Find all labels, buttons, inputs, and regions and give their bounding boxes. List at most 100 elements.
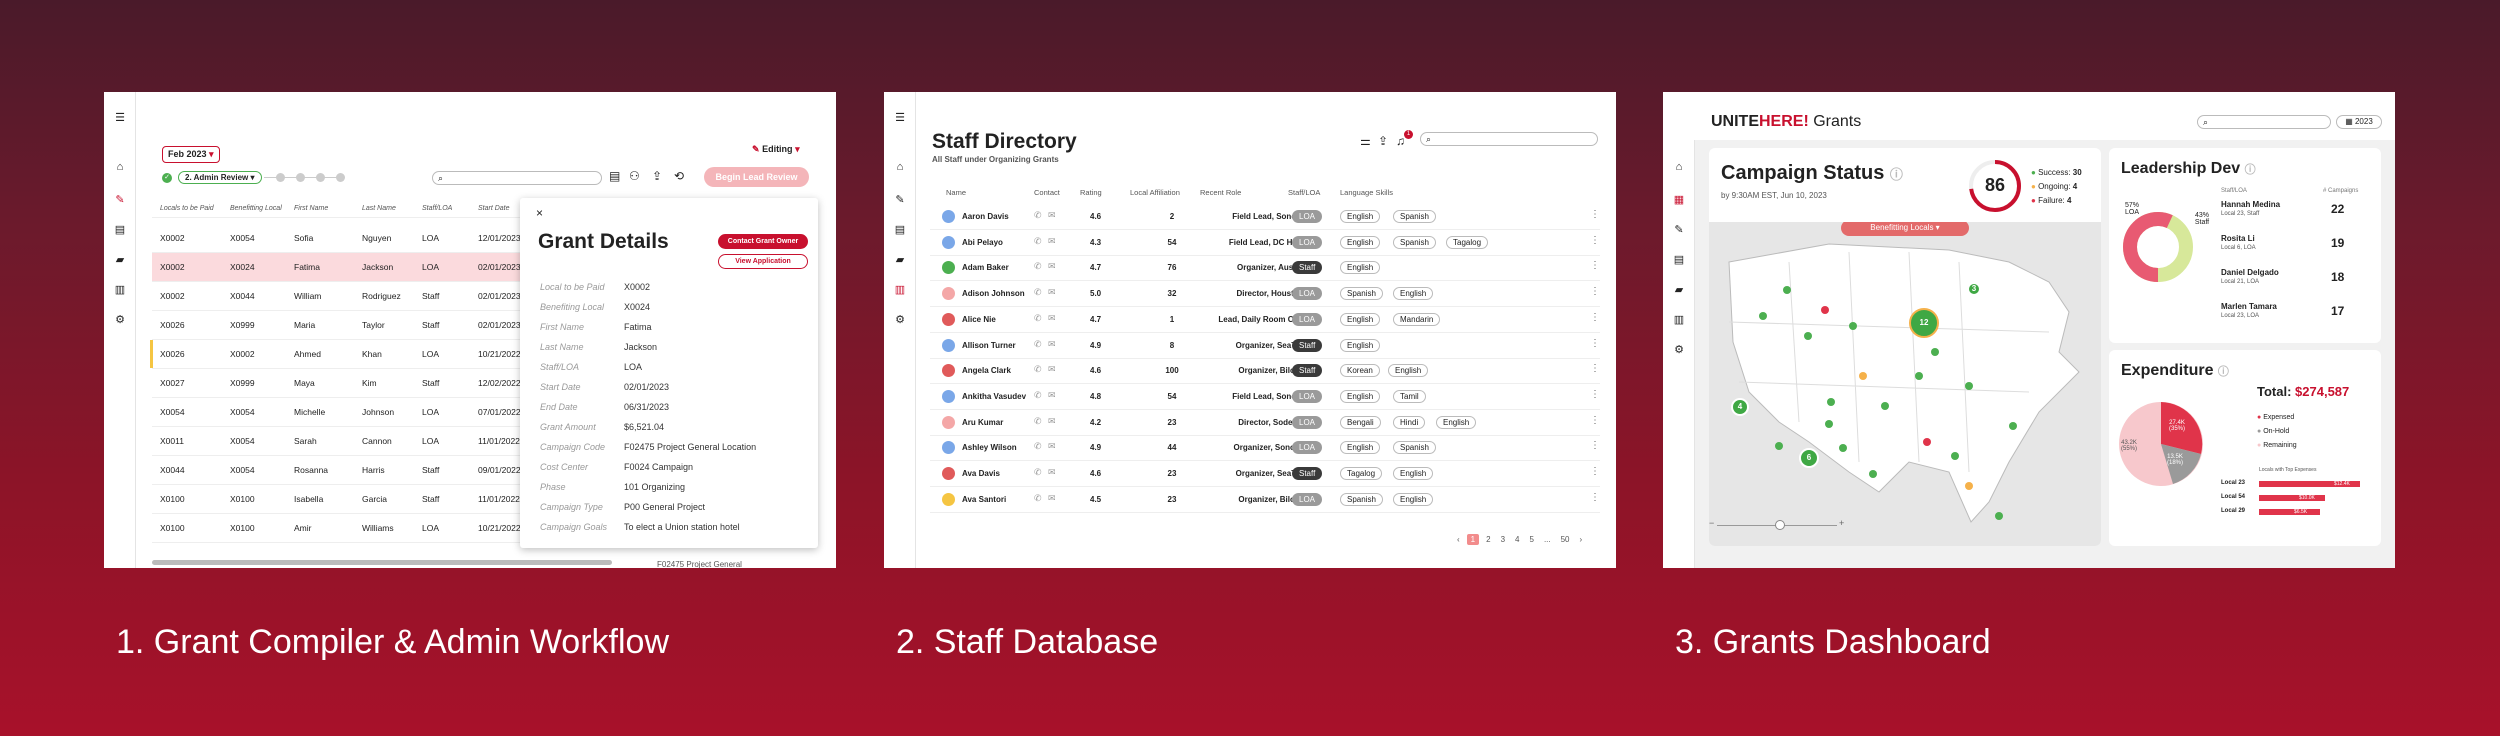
column-header[interactable]: Staff/LOA [422,205,452,212]
map-marker[interactable] [1881,402,1889,410]
staff-name[interactable]: Adam Baker [962,263,1009,272]
view-application-button[interactable]: View Application [718,254,808,269]
tools-icon[interactable]: ✎ [892,192,908,206]
contact-grant-owner-button[interactable]: Contact Grant Owner [718,234,808,249]
more-options-icon[interactable]: ⋮ [1590,492,1600,503]
map-marker[interactable] [1827,398,1835,406]
map-marker[interactable] [1923,438,1931,446]
map-marker[interactable] [1869,470,1877,478]
table-row[interactable]: Allison Turner ✆ ✉ 4.9 8 Organizer, SeaTac Sta… [930,333,1600,359]
staff-name[interactable]: Adison Johnson [962,289,1025,298]
column-header[interactable]: First Name [294,205,328,212]
page-link[interactable]: 3 [1498,534,1508,545]
editing-toggle[interactable]: ✎ Editing ▾ [752,144,800,155]
map-marker[interactable] [1839,444,1847,452]
calendar-icon[interactable]: ▦ [1671,192,1687,206]
page-link[interactable]: 2 [1483,534,1493,545]
column-header[interactable]: Name [946,188,966,197]
table-row[interactable]: Ava Santori ✆ ✉ 4.5 23 Organizer, Biloxi LOA Sp… [930,487,1600,513]
table-row[interactable]: Aru Kumar ✆ ✉ 4.2 23 Director, Sodexo LOA Benga… [930,410,1600,436]
tools-icon[interactable]: ✎ [1671,222,1687,236]
month-selector[interactable]: Feb 2023 ▾ [162,146,220,163]
page-link[interactable]: 1 [1466,534,1480,545]
library-icon[interactable]: ▥ [892,282,908,296]
column-header[interactable]: Local Affiliation [1130,188,1180,197]
us-map[interactable]: Benefitting Locals ▾ 3 4 12 6 − + [1709,222,2101,546]
library-icon[interactable]: ▥ [1671,312,1687,326]
mail-icon[interactable]: ✉ [1048,364,1056,375]
table-row[interactable]: Angela Clark ✆ ✉ 4.6 100 Organizer, Biloxi Sta… [930,358,1600,385]
staff-name[interactable]: Ava Santori [962,495,1006,504]
more-options-icon[interactable]: ⋮ [1590,260,1600,271]
benefitting-locals-filter[interactable]: Benefitting Locals ▾ [1841,222,1969,236]
staff-name[interactable]: Ankitha Vasudev [962,392,1026,401]
mail-icon[interactable]: ✉ [1048,287,1056,298]
stage-badge[interactable]: 2. Admin Review ▾ [178,171,262,184]
staff-name[interactable]: Aaron Davis [962,212,1009,221]
search-input[interactable]: ⌕ [2197,115,2331,129]
column-header[interactable]: Rating [1080,188,1102,197]
comment-icon[interactable]: ▤ [609,169,620,183]
table-row[interactable]: Ankitha Vasudev ✆ ✉ 4.8 54 Field Lead, Sonoma… [930,384,1600,410]
staff-name[interactable]: Abi Pelayo [962,238,1003,247]
page-link[interactable]: ... [1541,534,1554,545]
map-marker[interactable] [1931,348,1939,356]
table-row[interactable]: Aaron Davis ✆ ✉ 4.6 2 Field Lead, Sonoma LOA En… [930,204,1600,230]
document-icon[interactable]: ▤ [892,222,908,236]
map-marker[interactable] [1759,312,1767,320]
page-link[interactable]: ‹ [1454,534,1463,545]
column-header[interactable]: Locals to be Paid [160,205,214,212]
phone-icon[interactable]: ✆ [1034,287,1042,298]
map-marker[interactable] [1783,286,1791,294]
more-options-icon[interactable]: ⋮ [1590,415,1600,426]
mail-icon[interactable]: ✉ [1048,236,1056,247]
column-header[interactable]: Language Skills [1340,188,1393,197]
more-options-icon[interactable]: ⋮ [1590,466,1600,477]
phone-icon[interactable]: ✆ [1034,467,1042,478]
column-header[interactable]: Recent Role [1200,188,1241,197]
gear-icon[interactable]: ⚙ [892,312,908,326]
map-marker[interactable] [1965,482,1973,490]
document-icon[interactable]: ▤ [1671,252,1687,266]
zoom-slider-handle[interactable] [1775,520,1785,530]
phone-icon[interactable]: ✆ [1034,390,1042,401]
column-header[interactable]: Benefitting Local [230,205,282,212]
year-selector[interactable]: ▦ 2023 [2336,115,2382,129]
mail-icon[interactable]: ✉ [1048,339,1056,350]
page-link[interactable]: 50 [1558,534,1573,545]
map-cluster[interactable]: 12 [1909,308,1939,338]
table-row[interactable]: Abi Pelayo ✆ ✉ 4.3 54 Field Lead, DC Hotels LO… [930,230,1600,256]
gear-icon[interactable]: ⚙ [1671,342,1687,356]
map-marker[interactable] [1804,332,1812,340]
gear-icon[interactable]: ⚙ [112,312,128,326]
begin-lead-review-button[interactable]: Begin Lead Review [704,167,809,187]
map-marker[interactable] [1825,420,1833,428]
close-icon[interactable]: × [536,206,543,220]
more-options-icon[interactable]: ⋮ [1590,209,1600,220]
info-icon[interactable]: ⓘ [2245,164,2256,176]
map-cluster[interactable]: 6 [1799,448,1819,468]
phone-icon[interactable]: ✆ [1034,210,1042,221]
more-options-icon[interactable]: ⋮ [1590,440,1600,451]
phone-icon[interactable]: ✆ [1034,313,1042,324]
add-user-icon[interactable]: ⚇ [629,169,640,183]
more-options-icon[interactable]: ⋮ [1590,363,1600,374]
chat-icon[interactable]: ▰ [1671,282,1687,296]
tools-icon[interactable]: ✎ [112,192,128,206]
map-marker[interactable] [1915,372,1923,380]
map-marker[interactable] [1849,322,1857,330]
home-icon[interactable]: ⌂ [892,160,908,174]
page-link[interactable]: › [1577,534,1586,545]
chat-icon[interactable]: ▰ [112,252,128,266]
more-options-icon[interactable]: ⋮ [1590,235,1600,246]
search-input[interactable]: ⌕ [1420,132,1598,146]
mail-icon[interactable]: ✉ [1048,313,1056,324]
phone-icon[interactable]: ✆ [1034,493,1042,504]
mail-icon[interactable]: ✉ [1048,416,1056,427]
staff-name[interactable]: Alice Nie [962,315,996,324]
phone-icon[interactable]: ✆ [1034,236,1042,247]
mail-icon[interactable]: ✉ [1048,467,1056,478]
table-row[interactable]: Adison Johnson ✆ ✉ 5.0 32 Director, Houston LO… [930,281,1600,308]
staff-name[interactable]: Aru Kumar [962,418,1003,427]
horizontal-scrollbar[interactable] [152,560,612,565]
